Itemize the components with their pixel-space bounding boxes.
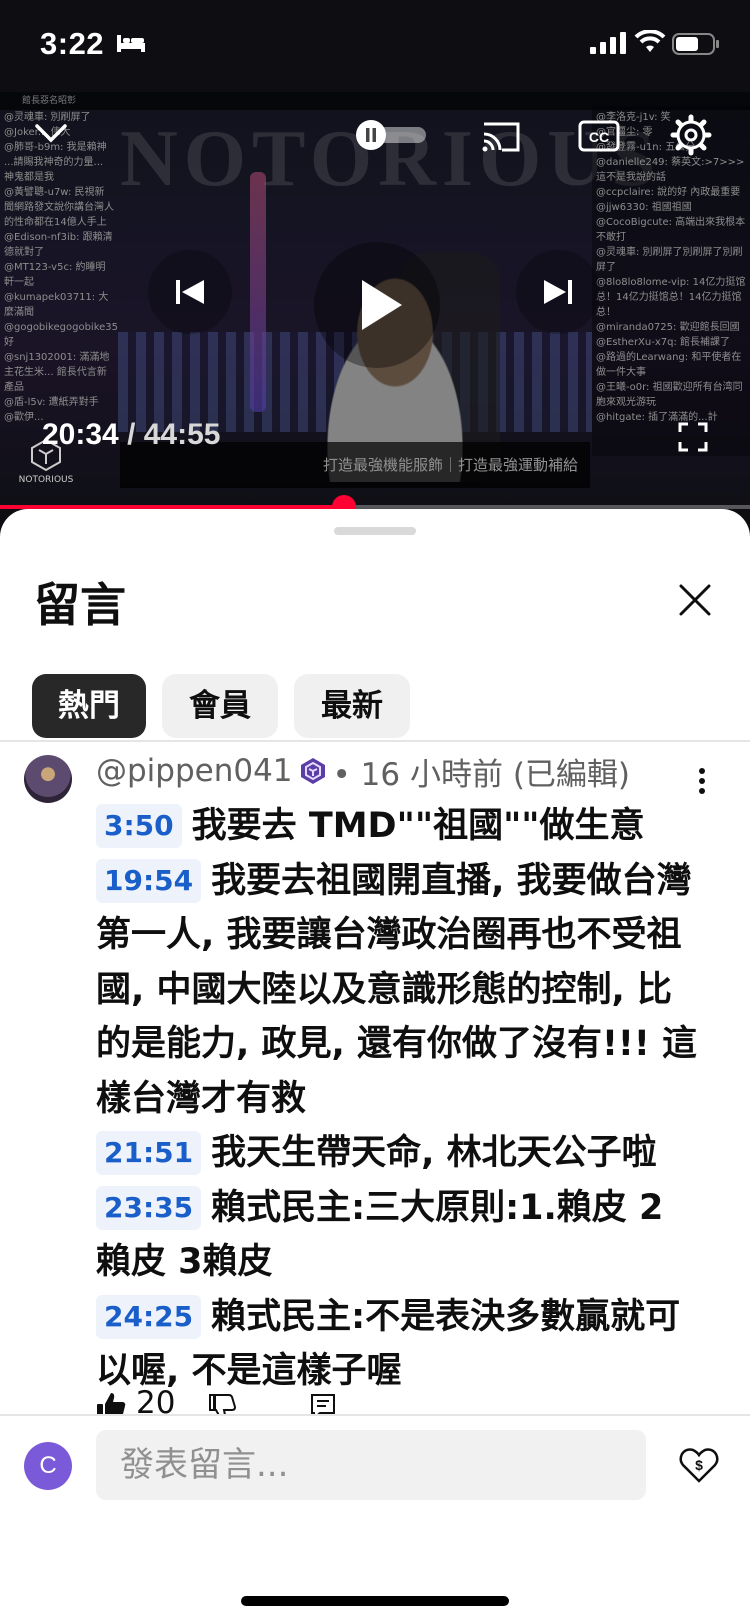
timestamp-link[interactable]: 19:54: [96, 858, 202, 903]
reply-icon[interactable]: [310, 1393, 336, 1415]
previous-icon: [176, 280, 204, 304]
bed-icon: [117, 35, 145, 52]
timestamp-link[interactable]: 24:25: [96, 1294, 202, 1339]
thumbs-up-icon[interactable]: [96, 1391, 126, 1415]
chip-top[interactable]: 熱門: [32, 674, 146, 738]
fullscreen-icon[interactable]: [678, 422, 708, 452]
sheet-grabber[interactable]: [334, 527, 416, 535]
comment-item: @pippen041 • 16 小時前 (已編輯) 3:50 我要去 TMD""祖…: [0, 745, 750, 1415]
comment-text: 我天生帶天命, 林北天公子啦: [211, 1133, 657, 1173]
play-icon: [362, 280, 402, 330]
signal-icon: [590, 32, 626, 54]
logo-text: NOTORIOUS: [18, 475, 74, 485]
timestamp-link[interactable]: 3:50: [96, 804, 182, 848]
cast-icon[interactable]: [480, 120, 522, 154]
home-indicator: [241, 1596, 509, 1606]
comment-line: 24:25 賴式民主:不是表決多數贏就可以喔, 不是這樣子喔: [96, 1290, 706, 1399]
timecode: 20:34 / 44:55: [42, 418, 220, 452]
more-vert-icon[interactable]: [690, 761, 714, 801]
play-button[interactable]: [314, 242, 440, 368]
status-time: 3:22: [40, 26, 105, 61]
timecode-separator: /: [118, 418, 144, 451]
wifi-icon: [634, 30, 666, 52]
cc-icon[interactable]: CC: [578, 120, 620, 152]
comment-composer: C 發表留言... $: [0, 1414, 750, 1624]
svg-text:$: $: [695, 1457, 703, 1473]
sheet-title: 留言: [34, 578, 126, 632]
autoplay-toggle[interactable]: [356, 120, 428, 150]
status-bar: 3:22: [0, 0, 750, 92]
chip-newest[interactable]: 最新: [294, 674, 410, 738]
chip-members[interactable]: 會員: [162, 674, 278, 738]
next-icon: [544, 280, 572, 304]
timestamp-link[interactable]: 21:51: [96, 1131, 202, 1175]
comment-body: 3:50 我要去 TMD""祖國""做生意 19:54 我要去祖國開直播, 我要做台…: [96, 799, 706, 1399]
comment-line: 23:35 賴式民主:三大原則:1.賴皮 2 賴皮 3賴皮: [96, 1181, 706, 1290]
comment-line: 21:51 我天生帶天命, 林北天公子啦: [96, 1126, 706, 1181]
next-button[interactable]: [516, 250, 600, 334]
comment-line: 3:50 我要去 TMD""祖國""做生意: [96, 799, 706, 854]
close-icon[interactable]: [678, 583, 712, 617]
my-avatar: C: [24, 1442, 72, 1490]
chevron-down-icon[interactable]: [34, 122, 68, 144]
pause-icon: [366, 128, 370, 142]
comment-header: @pippen041 • 16 小時前 (已編輯): [96, 751, 631, 793]
video-player[interactable]: 館長惡名昭彰 NOTORIOUS 打造最強機能服飾｜打造最強運動補給 @灵魂車:…: [0, 92, 750, 507]
comment-line: 19:54 我要去祖國開直播, 我要做台灣第一人, 我要讓台灣政治圈再也不受祖國,…: [96, 854, 706, 1127]
comment-author[interactable]: @pippen041: [96, 753, 293, 789]
svg-text:CC: CC: [589, 129, 609, 145]
avatar[interactable]: [24, 755, 72, 803]
super-thanks-icon[interactable]: $: [678, 1444, 720, 1486]
divider: [0, 740, 750, 742]
thumbs-down-icon[interactable]: [208, 1393, 236, 1415]
battery-icon: [672, 33, 719, 55]
comment-input[interactable]: 發表留言...: [96, 1430, 646, 1500]
member-badge-icon: [300, 758, 325, 784]
previous-button[interactable]: [148, 250, 232, 334]
comment-text: 我要去 TMD""祖國""做生意: [191, 806, 645, 846]
comment-meta: • 16 小時前 (已編輯): [332, 756, 631, 793]
gear-icon[interactable]: [670, 114, 712, 156]
like-count: 20: [136, 1385, 176, 1415]
timecode-total: 44:55: [143, 418, 221, 451]
timecode-current: 20:34: [42, 418, 119, 451]
timestamp-link[interactable]: 23:35: [96, 1185, 202, 1230]
